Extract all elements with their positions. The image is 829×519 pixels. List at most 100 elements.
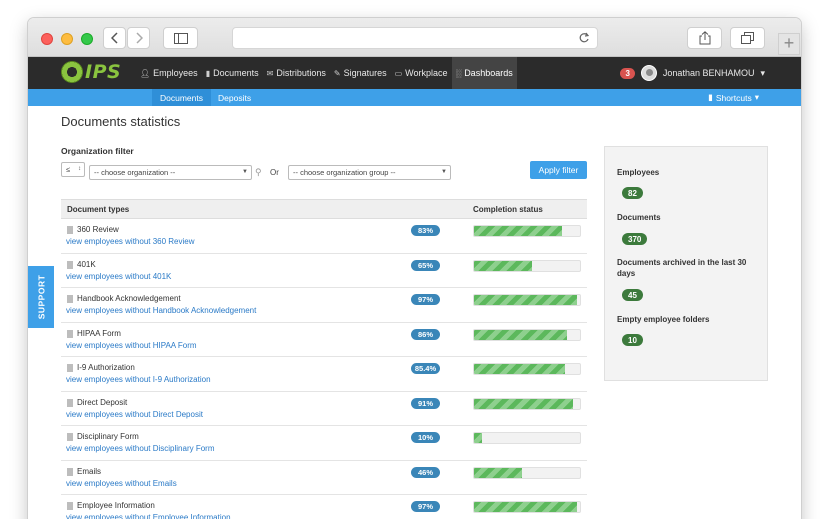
view-employees-link[interactable]: view employees without 401K <box>66 272 171 281</box>
stat-value-archived: 45 <box>622 289 643 301</box>
completion-progress-bar <box>473 328 581 341</box>
column-header-document-types: Document types <box>67 205 130 214</box>
document-icon: ▮ <box>205 68 211 78</box>
stat-value-empty-folders: 10 <box>622 334 643 346</box>
completion-percent-badge: 85.4% <box>411 363 440 374</box>
table-row: Handbook Acknowledgement view employees w… <box>61 288 587 323</box>
app-header: IPS 👤︎ Employees ▮ Documents ✉ Distribut… <box>28 57 801 89</box>
document-icon <box>67 260 73 269</box>
progress-fill <box>474 226 562 236</box>
reload-icon[interactable] <box>578 32 590 44</box>
nav-label: Workplace <box>405 68 448 78</box>
completion-progress-bar <box>473 294 581 306</box>
chevron-down-icon: ▼ <box>242 169 248 175</box>
completion-progress-bar <box>473 225 581 237</box>
bookmark-icon: ▮ <box>708 92 713 102</box>
ips-logo[interactable]: IPS <box>61 61 121 83</box>
operator-value: ≤ <box>66 165 71 174</box>
operator-select[interactable]: ≤ ↕ <box>61 162 85 177</box>
folder-icon: ▭ <box>394 68 403 78</box>
organization-group-select[interactable]: -- choose organization group -- ▼ <box>288 165 451 180</box>
table-row: 360 Review view employees without 360 Rev… <box>61 219 587 254</box>
support-label: SUPPORT <box>36 274 46 320</box>
main-nav: 👤︎ Employees ▮ Documents ✉ Distributions… <box>136 57 517 89</box>
nav-label: Signatures <box>343 68 387 78</box>
tab-label: Documents <box>160 92 203 103</box>
document-icon <box>67 295 73 303</box>
view-employees-link[interactable]: view employees without 360 Review <box>66 237 195 246</box>
progress-fill <box>474 502 577 512</box>
avatar[interactable] <box>640 65 657 81</box>
view-employees-link[interactable]: view employees without Handbook Acknowle… <box>66 306 256 315</box>
table-row: 401K view employees without 401K 65% <box>61 254 587 288</box>
notifications-badge[interactable]: 3 <box>620 67 635 79</box>
search-icon[interactable]: ⚲ <box>255 167 262 178</box>
completion-percent-badge: 10% <box>411 432 440 443</box>
tabs-overview-button[interactable] <box>730 27 765 49</box>
minimize-window-button[interactable] <box>61 33 73 45</box>
stats-panel: Employees 82 Documents 370 Documents arc… <box>604 146 768 381</box>
nav-label: Distributions <box>276 68 326 78</box>
completion-progress-bar <box>473 432 581 444</box>
view-employees-link[interactable]: view employees without I-9 Authorization <box>66 375 211 384</box>
tabs-icon <box>741 32 754 44</box>
nav-workplace[interactable]: ▭ Workplace <box>391 57 452 89</box>
close-window-button[interactable] <box>41 33 53 45</box>
completion-percent-badge: 97% <box>411 294 440 305</box>
address-bar[interactable] <box>232 27 598 49</box>
logo-mark-icon <box>61 61 83 83</box>
nav-dashboards[interactable]: ░ Dashboards <box>451 57 517 89</box>
completion-progress-bar <box>473 466 581 479</box>
table-header: Document types Completion status <box>61 199 587 219</box>
completion-percent-badge: 97% <box>411 501 440 512</box>
new-tab-button[interactable]: + <box>778 33 800 55</box>
stat-label-empty-folders: Empty employee folders <box>617 315 710 324</box>
nav-label: Documents <box>213 68 259 78</box>
progress-fill <box>474 364 566 374</box>
document-type-name: I-9 Authorization <box>77 363 135 372</box>
stat-value-documents: 370 <box>622 233 648 245</box>
view-employees-link[interactable]: view employees without Direct Deposit <box>66 410 203 419</box>
nav-documents[interactable]: ▮ Documents <box>202 57 263 89</box>
progress-fill <box>474 398 573 409</box>
view-employees-link[interactable]: view employees without Emails <box>66 479 177 488</box>
shortcuts-label: Shortcuts <box>715 92 752 103</box>
user-name[interactable]: Jonathan BENHAMOU <box>663 68 755 78</box>
page-title: Documents statistics <box>61 114 181 129</box>
back-button[interactable] <box>103 27 126 49</box>
table-row: HIPAA Form view employees without HIPAA F… <box>61 323 587 357</box>
support-tab[interactable]: SUPPORT <box>28 266 54 328</box>
shortcuts-menu[interactable]: ▮ Shortcuts ▾ <box>708 89 759 106</box>
browser-toolbar <box>28 18 801 57</box>
document-type-name: Direct Deposit <box>77 397 128 407</box>
nav-signatures[interactable]: ✎ Signatures <box>330 57 391 89</box>
chevron-down-icon: ▼ <box>441 169 447 175</box>
view-employees-link[interactable]: view employees without HIPAA Form <box>66 341 197 350</box>
document-icon <box>67 502 73 510</box>
tab-deposits[interactable]: Deposits <box>210 89 259 106</box>
organization-select[interactable]: -- choose organization -- ▼ <box>89 165 252 180</box>
share-button[interactable] <box>687 27 722 49</box>
user-menu[interactable]: 3 Jonathan BENHAMOU ▾ <box>620 57 765 89</box>
table-row: Emails view employees without Emails 46% <box>61 461 587 495</box>
sub-nav: Documents Deposits ▮ Shortcuts ▾ <box>28 89 801 106</box>
completion-percent-badge: 83% <box>411 225 440 236</box>
nav-employees[interactable]: 👤︎ Employees <box>136 57 202 89</box>
sidebar-toggle-button[interactable] <box>163 27 198 49</box>
completion-progress-bar <box>473 259 581 272</box>
nav-distributions[interactable]: ✉ Distributions <box>263 57 330 89</box>
view-employees-link[interactable]: view employees without Employee Informat… <box>66 513 231 519</box>
pen-icon: ✎ <box>333 68 341 78</box>
stat-label-documents: Documents <box>617 213 661 222</box>
plus-icon: + <box>783 33 795 53</box>
nav-label: Employees <box>153 68 198 78</box>
tab-documents[interactable]: Documents <box>152 89 211 106</box>
chevron-right-icon <box>135 32 143 44</box>
apply-filter-button[interactable]: Apply filter <box>530 161 587 179</box>
zoom-window-button[interactable] <box>81 33 93 45</box>
document-icon <box>67 398 73 407</box>
forward-button[interactable] <box>127 27 150 49</box>
browser-window: IPS 👤︎ Employees ▮ Documents ✉ Distribut… <box>28 18 801 519</box>
view-employees-link[interactable]: view employees without Disciplinary Form <box>66 444 215 453</box>
completion-percent-badge: 46% <box>411 466 440 478</box>
